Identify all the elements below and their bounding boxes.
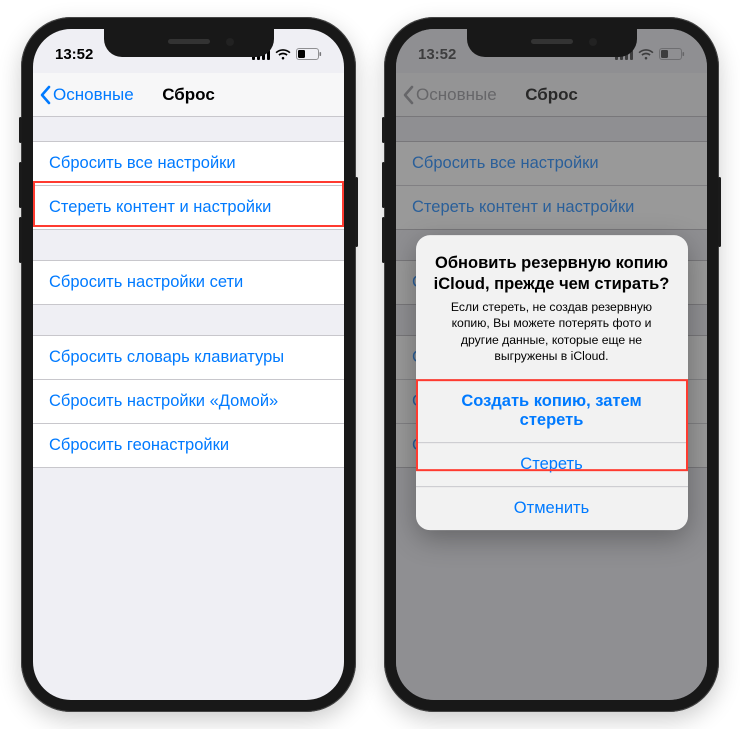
chevron-left-icon [39, 85, 51, 105]
back-label: Основные [53, 85, 134, 105]
nav-title: Сброс [162, 85, 215, 105]
alert-erase-button[interactable]: Стереть [416, 442, 688, 486]
back-button[interactable]: Основные [39, 85, 134, 105]
phone-right: 13:52 Основные Сброс Сбросить все настро… [384, 17, 719, 712]
alert-dialog: Обновить резервную копию iCloud, прежде … [416, 235, 688, 530]
screen: 13:52 Основные Сброс Сбросить все настро… [33, 29, 344, 700]
settings-content: Сбросить все настройки Стереть контент и… [33, 117, 344, 468]
erase-content-settings[interactable]: Стереть контент и настройки [33, 185, 344, 229]
reset-all-settings[interactable]: Сбросить все настройки [33, 142, 344, 185]
alert-message: Если стереть, не создав резервную копию,… [432, 299, 672, 365]
reset-keyboard-dictionary[interactable]: Сбросить словарь клавиатуры [33, 336, 344, 379]
alert-cancel-button[interactable]: Отменить [416, 486, 688, 530]
alert-backup-then-erase-button[interactable]: Создать копию, затем стереть [416, 380, 688, 442]
screen: 13:52 Основные Сброс Сбросить все настро… [396, 29, 707, 700]
reset-network-settings[interactable]: Сбросить настройки сети [33, 261, 344, 304]
reset-location-privacy[interactable]: Сбросить геонастройки [33, 423, 344, 467]
wifi-icon [275, 49, 291, 60]
settings-group-3: Сбросить словарь клавиатуры Сбросить нас… [33, 335, 344, 468]
notch [467, 29, 637, 57]
nav-bar: Основные Сброс [33, 73, 344, 117]
settings-group-1: Сбросить все настройки Стереть контент и… [33, 141, 344, 230]
settings-group-2: Сбросить настройки сети [33, 260, 344, 305]
reset-home-layout[interactable]: Сбросить настройки «Домой» [33, 379, 344, 423]
alert-title: Обновить резервную копию iCloud, прежде … [432, 253, 672, 295]
notch [104, 29, 274, 57]
phone-left: 13:52 Основные Сброс Сбросить все настро… [21, 17, 356, 712]
status-time: 13:52 [55, 46, 93, 63]
battery-icon [296, 48, 322, 60]
